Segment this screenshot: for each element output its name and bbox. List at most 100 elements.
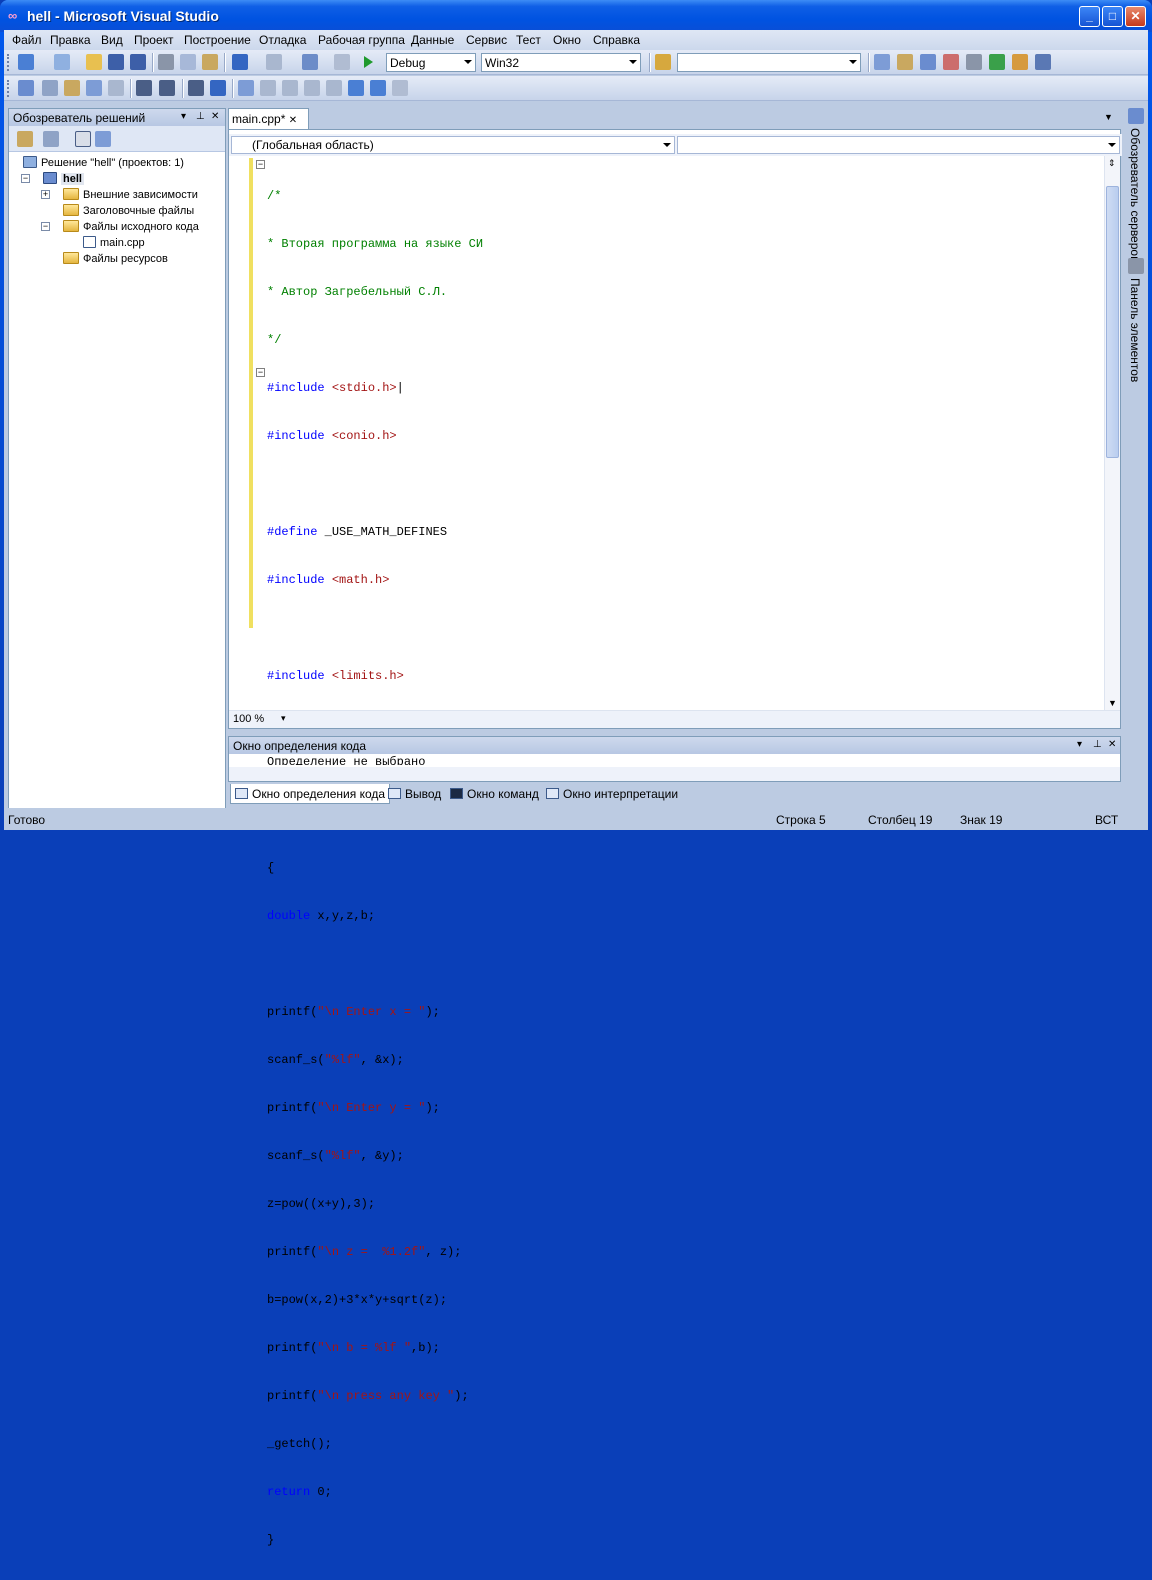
- scope-select[interactable]: (Глобальная область): [231, 136, 675, 154]
- next-bookmark-doc-icon[interactable]: [370, 80, 386, 96]
- toolbar-grip[interactable]: [7, 54, 10, 71]
- tree-external-dependencies[interactable]: Внешние зависимости: [63, 187, 198, 203]
- tab-command-window[interactable]: Окно команд: [446, 784, 543, 804]
- command-window-icon[interactable]: [1035, 54, 1051, 70]
- menu-tools[interactable]: Сервис: [466, 33, 507, 47]
- open-file-icon[interactable]: [86, 54, 102, 70]
- tree-solution[interactable]: Решение "hell" (проектов: 1): [23, 155, 184, 171]
- menu-help[interactable]: Справка: [593, 33, 640, 47]
- configuration-select[interactable]: Debug: [386, 53, 476, 72]
- split-icon[interactable]: ⇕: [1108, 158, 1116, 169]
- start-page-icon[interactable]: [989, 54, 1005, 70]
- tree-resource-files[interactable]: Файлы ресурсов: [63, 251, 168, 267]
- display-parameter-icon[interactable]: [108, 80, 124, 96]
- menu-view[interactable]: Вид: [101, 33, 123, 47]
- scroll-thumb[interactable]: [1106, 186, 1119, 458]
- tab-close-icon[interactable]: ✕: [289, 115, 297, 126]
- add-item-icon[interactable]: [54, 54, 70, 70]
- navigate-backward-icon[interactable]: [302, 54, 318, 70]
- undo-icon[interactable]: [232, 54, 248, 70]
- tab-list-chevron-icon[interactable]: ▼: [1104, 112, 1113, 122]
- collapse-comment-icon[interactable]: −: [256, 160, 265, 169]
- tab-main-cpp[interactable]: main.cpp* ✕: [228, 108, 309, 129]
- code-text[interactable]: /* * Вторая программа на языке СИ * Авто…: [267, 156, 483, 1580]
- team-explorer-icon[interactable]: [1012, 54, 1028, 70]
- code-definition-scrollbar[interactable]: [229, 767, 1120, 781]
- close-button[interactable]: ✕: [1125, 6, 1146, 27]
- collapse-icon[interactable]: −: [21, 174, 30, 183]
- tree-source-files[interactable]: Файлы исходного кода: [63, 219, 199, 235]
- increase-indent-icon[interactable]: [159, 80, 175, 96]
- quick-info-icon[interactable]: [64, 80, 80, 96]
- title-bar[interactable]: ∞ hell - Microsoft Visual Studio _ □ ✕: [0, 0, 1152, 32]
- start-debug-icon[interactable]: [364, 56, 373, 68]
- panel-menu-icon[interactable]: ▾: [181, 111, 186, 122]
- toolbar-grip-2[interactable]: [7, 80, 10, 97]
- server-explorer-icon[interactable]: [1128, 108, 1144, 124]
- horizontal-scrollbar[interactable]: 100 % ▾: [229, 710, 1120, 728]
- menu-team[interactable]: Рабочая группа: [318, 33, 405, 47]
- previous-bookmark-doc-icon[interactable]: [348, 80, 364, 96]
- menu-window[interactable]: Окно: [553, 33, 581, 47]
- object-browser-icon[interactable]: [920, 54, 936, 70]
- comment-out-icon[interactable]: [188, 80, 204, 96]
- tree-project[interactable]: hell: [43, 171, 84, 187]
- collapse-icon[interactable]: −: [41, 222, 50, 231]
- menu-project[interactable]: Проект: [134, 33, 174, 47]
- menu-build[interactable]: Построение: [184, 33, 251, 47]
- panel-close-icon[interactable]: ✕: [1108, 739, 1116, 750]
- platform-select[interactable]: Win32: [481, 53, 641, 72]
- toolbox-tab[interactable]: Панель элементов: [1128, 278, 1142, 382]
- find-combo[interactable]: [677, 53, 861, 72]
- find-in-files-icon[interactable]: [655, 54, 671, 70]
- view-code-icon[interactable]: [75, 131, 91, 147]
- code-editor[interactable]: (Глобальная область) − − /* * Вторая про…: [228, 129, 1122, 1547]
- paste-icon[interactable]: [202, 54, 218, 70]
- panel-close-icon[interactable]: ✕: [211, 111, 219, 122]
- member-select[interactable]: [677, 136, 1120, 154]
- panel-menu-icon[interactable]: ▾: [1077, 739, 1082, 750]
- tree-header-files[interactable]: Заголовочные файлы: [63, 203, 194, 219]
- parameter-info-icon[interactable]: [42, 80, 58, 96]
- tab-immediate-window[interactable]: Окно интерпретации: [542, 784, 682, 804]
- pin-icon[interactable]: ⊥: [196, 111, 205, 122]
- tree-main-cpp[interactable]: main.cpp: [83, 235, 145, 251]
- tab-output[interactable]: Вывод: [384, 784, 445, 804]
- toolbox-icon[interactable]: [1128, 258, 1144, 274]
- zoom-level[interactable]: 100 %: [233, 713, 264, 725]
- properties-icon[interactable]: [17, 131, 33, 147]
- save-all-icon[interactable]: [130, 54, 146, 70]
- clear-bookmarks-icon[interactable]: [392, 80, 408, 96]
- display-object-member-list-icon[interactable]: [18, 80, 34, 96]
- vertical-scrollbar[interactable]: ⇕ ▼: [1104, 156, 1120, 710]
- maximize-button[interactable]: □: [1102, 6, 1123, 27]
- show-all-files-icon[interactable]: [43, 131, 59, 147]
- next-bookmark-folder-icon[interactable]: [326, 80, 342, 96]
- menu-debug[interactable]: Отладка: [259, 33, 306, 47]
- redo-icon[interactable]: [266, 54, 282, 70]
- decrease-indent-icon[interactable]: [136, 80, 152, 96]
- complete-word-icon[interactable]: [86, 80, 102, 96]
- collapse-function-icon[interactable]: −: [256, 368, 265, 377]
- class-diagram-icon[interactable]: [95, 131, 111, 147]
- new-project-icon[interactable]: [18, 54, 34, 70]
- tab-code-definition[interactable]: Окно определения кода: [230, 784, 391, 804]
- menu-edit[interactable]: Правка: [50, 33, 91, 47]
- navigate-forward-icon[interactable]: [334, 54, 350, 70]
- uncomment-icon[interactable]: [210, 80, 226, 96]
- menu-file[interactable]: Файл: [12, 33, 42, 47]
- server-explorer-tab[interactable]: Обозреватель серверов: [1128, 128, 1142, 262]
- zoom-dropdown-icon[interactable]: ▾: [281, 713, 286, 724]
- toolbox-icon[interactable]: [966, 54, 982, 70]
- expand-icon[interactable]: +: [41, 190, 50, 199]
- toggle-bookmark-icon[interactable]: [238, 80, 254, 96]
- cut-icon[interactable]: [158, 54, 174, 70]
- properties-icon[interactable]: [897, 54, 913, 70]
- pin-icon[interactable]: ⊥: [1093, 739, 1102, 750]
- minimize-button[interactable]: _: [1079, 6, 1100, 27]
- next-bookmark-icon[interactable]: [282, 80, 298, 96]
- copy-icon[interactable]: [180, 54, 196, 70]
- scroll-down-icon[interactable]: ▼: [1108, 698, 1117, 708]
- save-icon[interactable]: [108, 54, 124, 70]
- menu-data[interactable]: Данные: [411, 33, 454, 47]
